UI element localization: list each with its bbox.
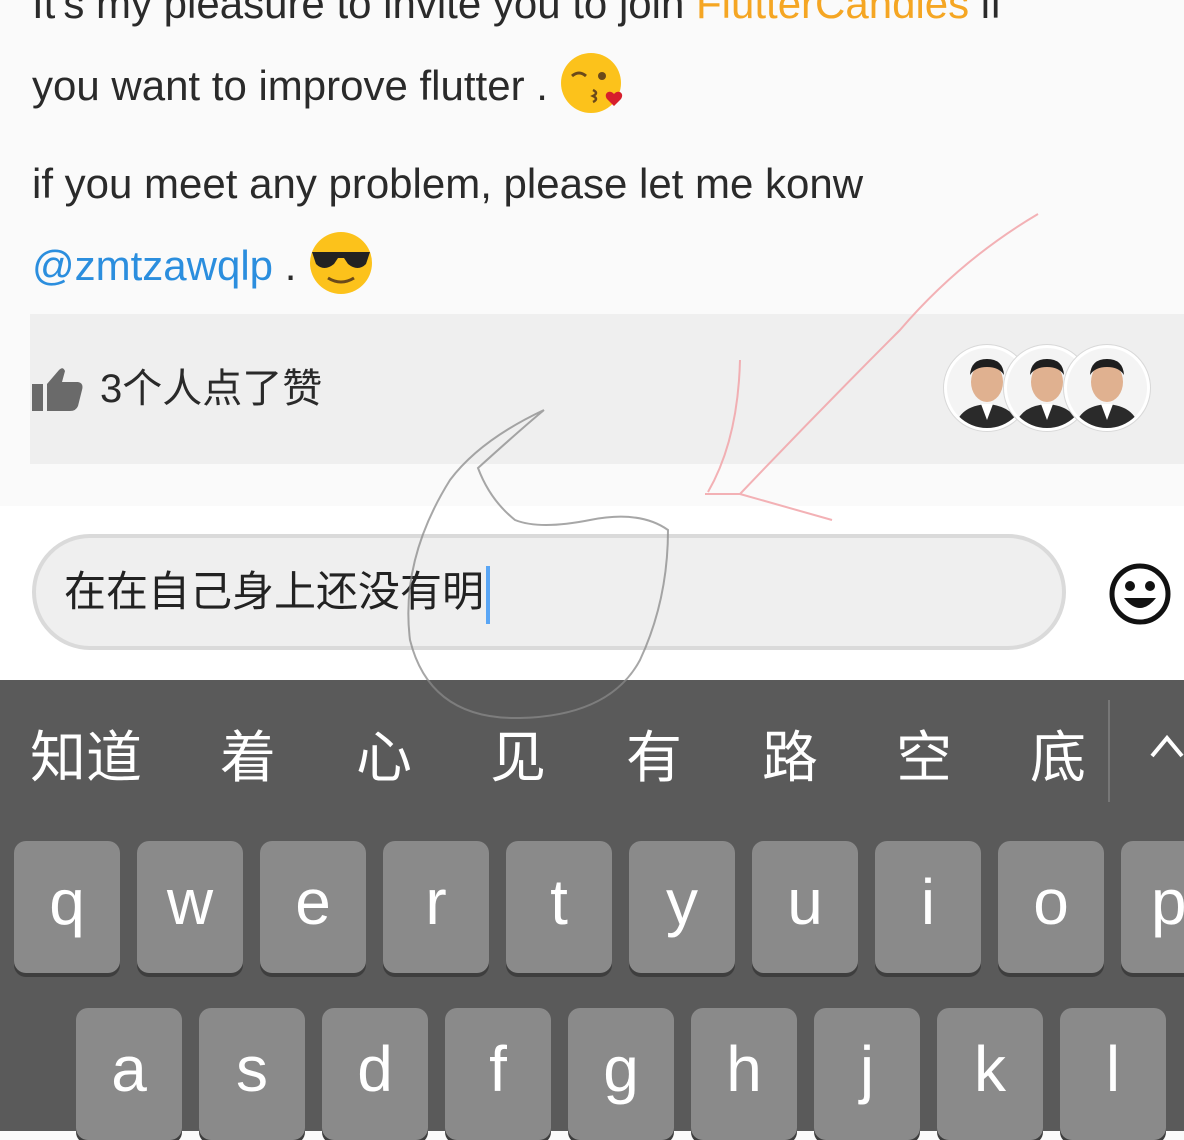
fluttercandies-link[interactable]: FlutterCandies <box>696 0 969 27</box>
keyboard: 知道 着 心 见 有 路 空 底 q w e r t y u i o p a s… <box>0 680 1184 1140</box>
key-w[interactable]: w <box>137 841 243 973</box>
comment-input-value: 在在自己身上还没有明 <box>64 566 491 624</box>
post-text: if <box>969 0 1002 27</box>
key-f[interactable]: f <box>445 1008 551 1140</box>
key-d[interactable]: d <box>322 1008 428 1140</box>
emoji-picker-icon[interactable] <box>1108 562 1172 631</box>
key-s[interactable]: s <box>199 1008 305 1140</box>
key-e[interactable]: e <box>260 841 366 973</box>
sunglasses-emoji-icon <box>308 230 374 308</box>
key-t[interactable]: t <box>506 841 612 973</box>
key-i[interactable]: i <box>875 841 981 973</box>
key-a[interactable]: a <box>76 1008 182 1140</box>
post-line-1: It's my pleasure to invite you to join F… <box>32 0 1002 30</box>
kiss-emoji-icon <box>560 50 626 128</box>
key-p[interactable]: p <box>1121 841 1184 973</box>
key-g[interactable]: g <box>568 1008 674 1140</box>
key-h[interactable]: h <box>691 1008 797 1140</box>
comment-input[interactable]: 在在自己身上还没有明 <box>32 534 1066 650</box>
post-text: you want to improve flutter . <box>32 62 548 110</box>
post-content: It's my pleasure to invite you to join F… <box>0 0 1184 506</box>
key-k[interactable]: k <box>937 1008 1043 1140</box>
key-o[interactable]: o <box>998 841 1104 973</box>
candidate-word[interactable]: 见 <box>490 724 546 792</box>
mention-link[interactable]: @zmtzawqlp <box>32 242 273 289</box>
key-u[interactable]: u <box>752 841 858 973</box>
likes-bar: 3个人点了赞 <box>30 314 1184 464</box>
candidate-word[interactable]: 空 <box>896 724 952 792</box>
likes-count-text: 3个人点了赞 <box>100 367 323 411</box>
candidate-divider <box>1108 700 1110 802</box>
candidate-bar: 知道 着 心 见 有 路 空 底 <box>0 680 1184 812</box>
key-y[interactable]: y <box>629 841 735 973</box>
post-line-3: if you meet any problem, please let me k… <box>32 160 864 207</box>
post-line-2: you want to improve flutter . <box>32 50 626 128</box>
thumbs-up-icon[interactable] <box>32 366 84 417</box>
key-q[interactable]: q <box>14 841 120 973</box>
candidate-word[interactable]: 心 <box>356 724 412 792</box>
key-j[interactable]: j <box>814 1008 920 1140</box>
chevron-up-icon[interactable] <box>1150 730 1184 765</box>
comment-input-area: 在在自己身上还没有明 <box>0 506 1184 680</box>
key-r[interactable]: r <box>383 841 489 973</box>
post-text: . <box>273 242 297 290</box>
candidate-word[interactable]: 底 <box>1030 724 1086 792</box>
candidate-word[interactable]: 路 <box>762 724 818 792</box>
candidate-word[interactable]: 有 <box>626 724 682 792</box>
post-text: It's my pleasure to invite you to join <box>32 0 697 27</box>
post-line-4: @zmtzawqlp . <box>32 230 374 308</box>
candidate-word[interactable]: 知道 <box>30 724 142 792</box>
input-value-text: 在在自己身上还没有明 <box>64 568 485 616</box>
candidate-word[interactable]: 着 <box>220 724 276 792</box>
key-l[interactable]: l <box>1060 1008 1166 1140</box>
avatar[interactable] <box>1064 345 1150 431</box>
text-caret <box>486 566 491 624</box>
